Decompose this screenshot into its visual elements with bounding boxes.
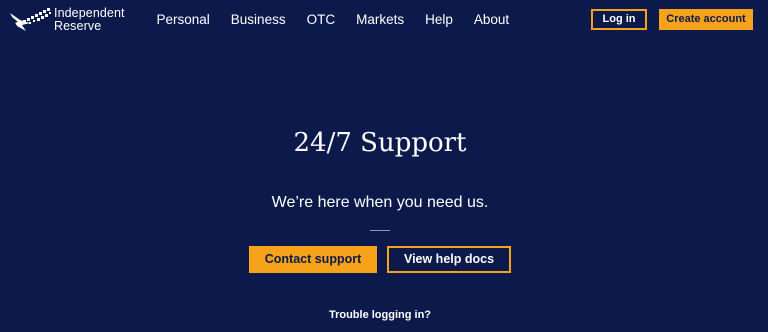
view-help-docs-button[interactable]: View help docs: [387, 246, 511, 273]
nav-item-help[interactable]: Help: [415, 12, 464, 28]
nav-item-business[interactable]: Business: [220, 12, 296, 28]
hero-subtitle: We’re here when you need us.: [271, 194, 489, 211]
brand-logo-link[interactable]: Independent Reserve: [8, 7, 125, 33]
main-nav: Personal Business OTC Markets Help About: [146, 12, 520, 28]
login-button[interactable]: Log in: [591, 9, 647, 30]
wing-logo-icon: [10, 8, 51, 31]
create-account-button[interactable]: Create account: [659, 9, 753, 30]
trouble-logging-in-container: Trouble logging in?: [0, 305, 760, 323]
contact-support-button[interactable]: Contact support: [249, 246, 377, 273]
nav-item-otc[interactable]: OTC: [296, 12, 346, 28]
top-navigation-bar: Independent Reserve Personal Business OT…: [0, 0, 768, 40]
brand-name: Independent Reserve: [54, 7, 125, 33]
nav-item-markets[interactable]: Markets: [346, 12, 415, 28]
hero-divider: [370, 230, 390, 231]
brand-name-line2: Reserve: [54, 19, 102, 33]
trouble-logging-in-link[interactable]: Trouble logging in?: [329, 309, 431, 321]
nav-item-about[interactable]: About: [463, 12, 519, 28]
page-title: 24/7 Support: [293, 128, 467, 158]
nav-item-personal[interactable]: Personal: [146, 12, 220, 28]
